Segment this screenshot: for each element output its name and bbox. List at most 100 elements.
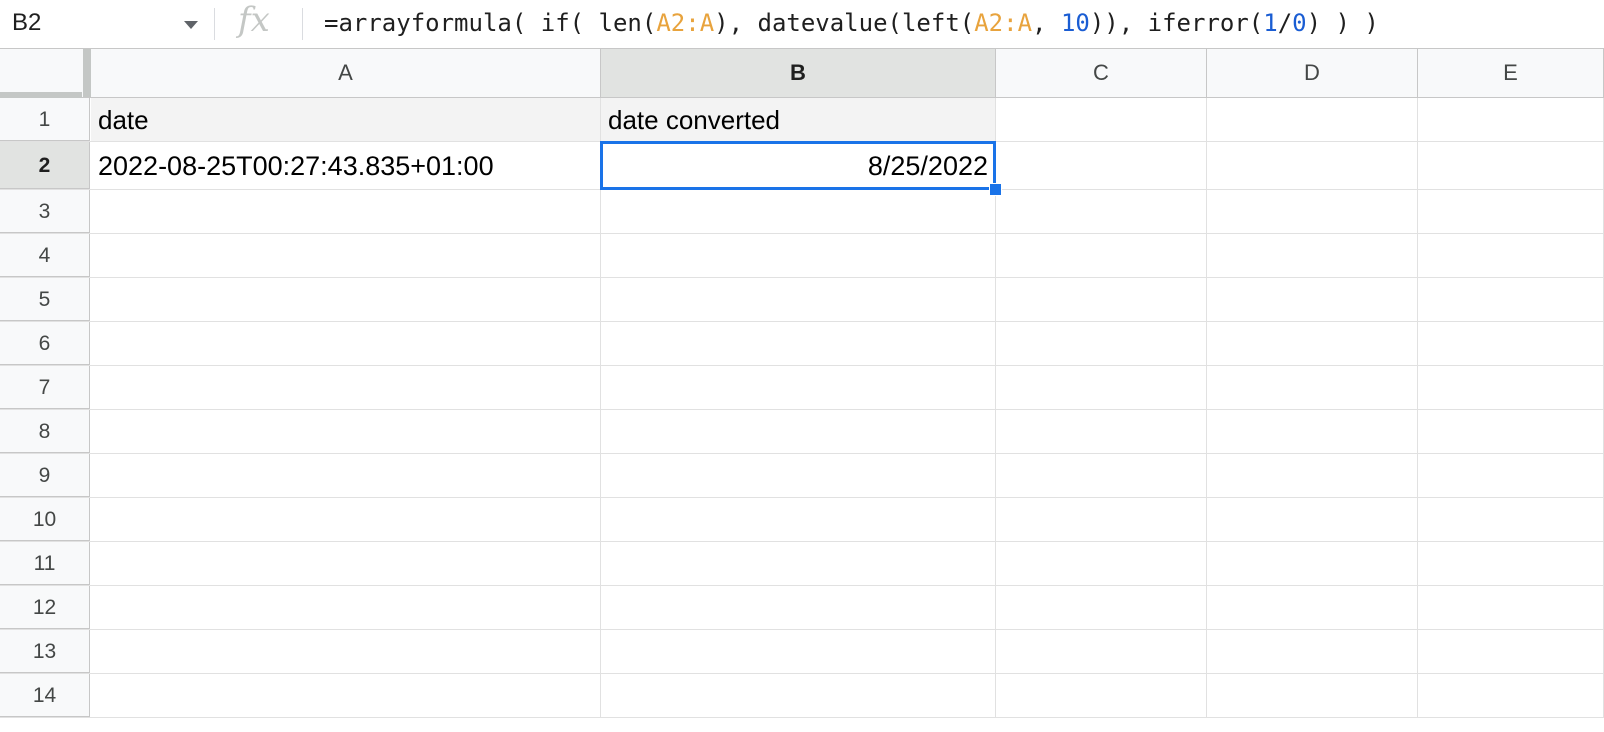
cell-c8[interactable]: [996, 410, 1207, 453]
fx-icon: fx: [238, 0, 270, 40]
row-header-3[interactable]: 3: [0, 190, 90, 233]
cell-e7[interactable]: [1418, 366, 1604, 409]
row-header-13[interactable]: 13: [0, 630, 90, 673]
cell-d8[interactable]: [1207, 410, 1418, 453]
cell-a4[interactable]: [91, 234, 601, 277]
cell-d1[interactable]: [1207, 98, 1418, 141]
cell-c5[interactable]: [996, 278, 1207, 321]
cell-a6[interactable]: [91, 322, 601, 365]
cell-d9[interactable]: [1207, 454, 1418, 497]
name-box-value: B2: [12, 9, 42, 36]
cell-b4[interactable]: [601, 234, 996, 277]
cell-a8[interactable]: [91, 410, 601, 453]
cell-b13[interactable]: [601, 630, 996, 673]
column-header-c[interactable]: C: [996, 49, 1207, 97]
cell-d7[interactable]: [1207, 366, 1418, 409]
formula-input[interactable]: =arrayformula( if( len(A2:A), datevalue(…: [324, 8, 1379, 38]
cell-c12[interactable]: [996, 586, 1207, 629]
cell-d14[interactable]: [1207, 674, 1418, 717]
cell-d3[interactable]: [1207, 190, 1418, 233]
cell-a1[interactable]: date: [91, 98, 601, 141]
column-header-a[interactable]: A: [91, 49, 601, 97]
cell-a10[interactable]: [91, 498, 601, 541]
cell-d2[interactable]: [1207, 142, 1418, 189]
cell-e3[interactable]: [1418, 190, 1604, 233]
row-header-7[interactable]: 7: [0, 366, 90, 409]
cell-e5[interactable]: [1418, 278, 1604, 321]
row-header-1[interactable]: 1: [0, 98, 90, 141]
cell-c2[interactable]: [996, 142, 1207, 189]
cell-a12[interactable]: [91, 586, 601, 629]
select-all-corner[interactable]: [0, 49, 91, 98]
row-header-14[interactable]: 14: [0, 674, 90, 717]
cell-b1[interactable]: date converted: [601, 98, 996, 141]
row-header-5[interactable]: 5: [0, 278, 90, 321]
cell-c11[interactable]: [996, 542, 1207, 585]
cell-a7[interactable]: [91, 366, 601, 409]
row-header-2[interactable]: 2: [0, 142, 90, 189]
cell-d10[interactable]: [1207, 498, 1418, 541]
cell-d13[interactable]: [1207, 630, 1418, 673]
row-header-12[interactable]: 12: [0, 586, 90, 629]
name-box[interactable]: B2: [0, 0, 214, 48]
column-header-b[interactable]: B: [601, 49, 996, 97]
cell-b10[interactable]: [601, 498, 996, 541]
cell-c14[interactable]: [996, 674, 1207, 717]
cell-d6[interactable]: [1207, 322, 1418, 365]
cell-c9[interactable]: [996, 454, 1207, 497]
cell-a2[interactable]: 2022-08-25T00:27:43.835+01:00: [91, 142, 601, 189]
cell-b14[interactable]: [601, 674, 996, 717]
cell-c4[interactable]: [996, 234, 1207, 277]
cell-c1[interactable]: [996, 98, 1207, 141]
row-header-4[interactable]: 4: [0, 234, 90, 277]
cell-d5[interactable]: [1207, 278, 1418, 321]
cell-d11[interactable]: [1207, 542, 1418, 585]
cell-a5[interactable]: [91, 278, 601, 321]
cell-e4[interactable]: [1418, 234, 1604, 277]
table-row: 4: [0, 234, 1604, 278]
cell-b5[interactable]: [601, 278, 996, 321]
row-header-9[interactable]: 9: [0, 454, 90, 497]
formula-token: ), datevalue(left(: [714, 9, 975, 37]
cell-a3[interactable]: [91, 190, 601, 233]
cell-a11[interactable]: [91, 542, 601, 585]
cell-e12[interactable]: [1418, 586, 1604, 629]
column-header-d[interactable]: D: [1207, 49, 1418, 97]
cell-d12[interactable]: [1207, 586, 1418, 629]
row-header-11[interactable]: 11: [0, 542, 90, 585]
cell-b7[interactable]: [601, 366, 996, 409]
fill-handle[interactable]: [989, 183, 1002, 196]
cell-e8[interactable]: [1418, 410, 1604, 453]
cell-b8[interactable]: [601, 410, 996, 453]
cell-e13[interactable]: [1418, 630, 1604, 673]
cell-e10[interactable]: [1418, 498, 1604, 541]
cell-a13[interactable]: [91, 630, 601, 673]
cell-c13[interactable]: [996, 630, 1207, 673]
cell-c6[interactable]: [996, 322, 1207, 365]
cell-b9[interactable]: [601, 454, 996, 497]
cell-e1[interactable]: [1418, 98, 1604, 141]
cell-b3[interactable]: [601, 190, 996, 233]
cell-d4[interactable]: [1207, 234, 1418, 277]
cell-a9[interactable]: [91, 454, 601, 497]
chevron-down-icon[interactable]: [184, 21, 198, 29]
cell-e9[interactable]: [1418, 454, 1604, 497]
cell-b6[interactable]: [601, 322, 996, 365]
cell-c3[interactable]: [996, 190, 1207, 233]
cell-e11[interactable]: [1418, 542, 1604, 585]
cell-e6[interactable]: [1418, 322, 1604, 365]
cell-c7[interactable]: [996, 366, 1207, 409]
cell-b12[interactable]: [601, 586, 996, 629]
frozen-column-handle[interactable]: [83, 49, 91, 97]
row-header-8[interactable]: 8: [0, 410, 90, 453]
cell-e2[interactable]: [1418, 142, 1604, 189]
cell-b2[interactable]: 8/25/2022: [601, 142, 996, 189]
row-header-6[interactable]: 6: [0, 322, 90, 365]
table-row: 11: [0, 542, 1604, 586]
row-header-10[interactable]: 10: [0, 498, 90, 541]
column-header-e[interactable]: E: [1418, 49, 1604, 97]
cell-c10[interactable]: [996, 498, 1207, 541]
cell-e14[interactable]: [1418, 674, 1604, 717]
cell-a14[interactable]: [91, 674, 601, 717]
cell-b11[interactable]: [601, 542, 996, 585]
